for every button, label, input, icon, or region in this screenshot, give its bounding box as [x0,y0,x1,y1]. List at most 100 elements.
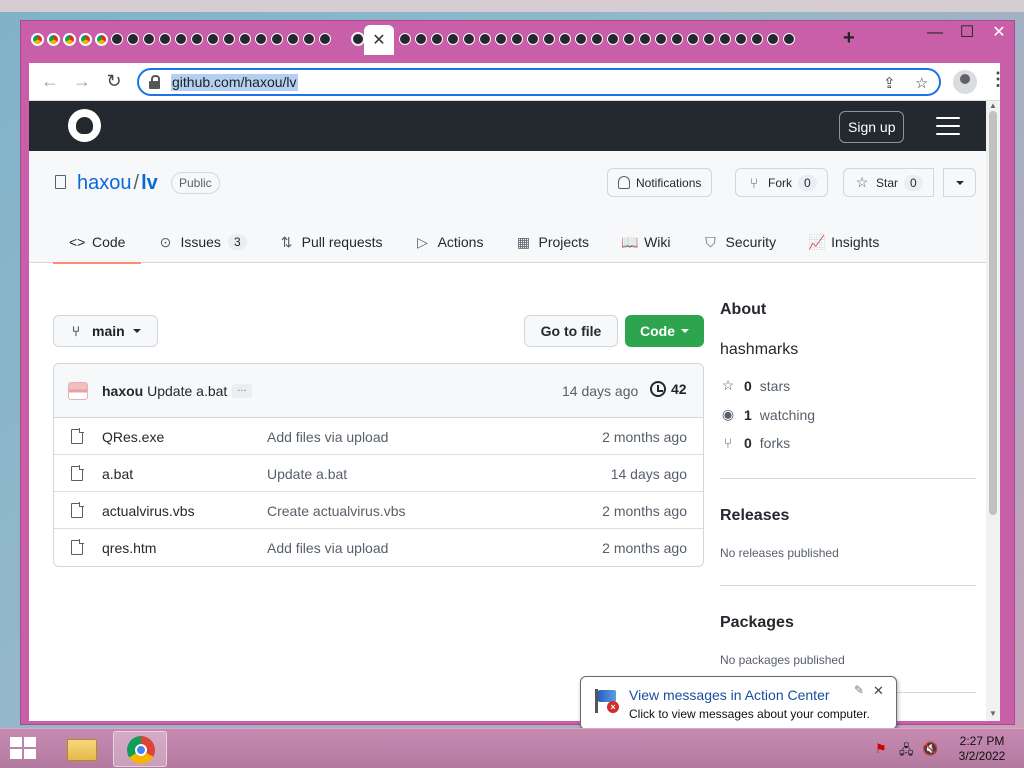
packages-heading[interactable]: Packages [720,614,794,632]
file-name-link[interactable]: actualvirus.vbs [102,503,195,519]
tab-issues[interactable]: ⊙ Issues 3 [141,221,262,263]
browser-tab[interactable] [445,30,461,48]
browser-tab[interactable] [45,30,61,48]
browser-tab[interactable] [93,30,109,48]
expand-commit-button[interactable]: … [232,384,252,398]
tab-code[interactable]: <> Code [53,221,142,264]
browser-tab[interactable] [717,30,733,48]
releases-heading[interactable]: Releases [720,507,789,525]
browser-tab[interactable] [701,30,717,48]
system-clock[interactable]: 2:27 PM 3/2/2022 [956,734,1008,764]
new-tab-button[interactable]: + [843,27,855,50]
tab-security[interactable]: ⛉ Security [687,221,793,263]
maximize-button[interactable]: ☐ [951,21,983,45]
browser-tab[interactable] [605,30,621,48]
browser-tab[interactable] [733,30,749,48]
file-name-link[interactable]: a.bat [102,466,133,482]
browser-tab[interactable] [765,30,781,48]
url-text[interactable]: github.com/haxou/lv [171,74,298,91]
browser-tab[interactable] [589,30,605,48]
commit-age[interactable]: 14 days ago [562,383,638,399]
tab-actions[interactable]: ▷ Actions [399,221,500,263]
browser-tab[interactable] [253,30,269,48]
go-to-file-button[interactable]: Go to file [524,315,618,347]
repo-name-link[interactable]: lv [141,172,158,194]
browser-tab[interactable] [285,30,301,48]
active-tab-close-button[interactable]: ✕ [364,25,394,55]
forks-link[interactable]: ⑂ 0 forks [720,435,790,451]
browser-tab[interactable] [77,30,93,48]
browser-tab[interactable] [685,30,701,48]
browser-tab[interactable] [461,30,477,48]
forward-arrow-icon[interactable]: → [71,71,93,92]
pin-icon[interactable]: ✎ [854,683,864,697]
scroll-up-icon[interactable]: ▲ [989,101,997,110]
lock-icon[interactable] [149,75,160,89]
code-download-button[interactable]: Code [625,315,704,347]
browser-tab[interactable] [397,30,413,48]
browser-tab[interactable] [573,30,589,48]
scrollbar-thumb[interactable] [989,111,997,515]
commit-message[interactable]: Update a.bat [147,383,227,399]
fork-button[interactable]: ⑂ Fork 0 [735,168,828,197]
browser-tab[interactable] [477,30,493,48]
browser-tab[interactable] [141,30,157,48]
tab-pull-requests[interactable]: ⇅ Pull requests [263,221,399,263]
hamburger-menu-icon[interactable] [936,117,960,135]
repo-owner-link[interactable]: haxou [77,172,132,194]
taskbar-explorer-button[interactable] [54,731,108,767]
browser-tab[interactable] [109,30,125,48]
tab-insights[interactable]: 📈 Insights [792,221,895,263]
back-arrow-icon[interactable]: ← [39,71,61,92]
browser-tab[interactable] [221,30,237,48]
browser-tab[interactable] [61,30,77,48]
browser-tab[interactable] [317,30,333,48]
browser-tab[interactable] [621,30,637,48]
browser-tab[interactable] [205,30,221,48]
browser-tab[interactable] [525,30,541,48]
browser-tab[interactable] [557,30,573,48]
stars-link[interactable]: ☆ 0 stars [720,377,790,394]
action-center-notification[interactable]: × View messages in Action Center Click t… [580,676,897,743]
browser-tab[interactable] [541,30,557,48]
file-name-link[interactable]: QRes.exe [102,429,164,445]
browser-tab[interactable] [781,30,797,48]
browser-menu-icon[interactable]: ⋮ [989,69,1007,90]
file-commit-message[interactable]: Add files via upload [267,429,388,445]
reload-icon[interactable]: ↻ [103,71,125,92]
notification-close-button[interactable]: ✕ [873,683,884,699]
browser-tab[interactable] [653,30,669,48]
sign-up-button[interactable]: Sign up [839,111,905,143]
file-commit-message[interactable]: Create actualvirus.vbs [267,503,406,519]
action-center-tray-icon[interactable]: ⚑ [875,741,887,757]
browser-tab[interactable] [493,30,509,48]
browser-tab[interactable] [173,30,189,48]
share-icon[interactable]: ⇪ [883,74,896,92]
star-dropdown-button[interactable] [943,168,976,197]
notification-title[interactable]: View messages in Action Center [629,687,830,703]
browser-tab[interactable] [669,30,685,48]
notifications-button[interactable]: Notifications [607,168,713,197]
browser-tab[interactable] [637,30,653,48]
page-scrollbar[interactable]: ▲ ▼ [986,101,1000,721]
browser-tab[interactable] [269,30,285,48]
address-bar[interactable]: github.com/haxou/lv ⇪ ☆ [137,68,941,96]
branch-selector-button[interactable]: ⑂ main [53,315,158,347]
tab-projects[interactable]: ▦ Projects [499,221,605,263]
browser-tab[interactable] [237,30,253,48]
browser-tab[interactable] [413,30,429,48]
browser-tab[interactable] [429,30,445,48]
browser-tab[interactable] [157,30,173,48]
watching-link[interactable]: ◉ 1 watching [720,406,815,423]
browser-tab[interactable] [125,30,141,48]
file-name-link[interactable]: qres.htm [102,540,156,556]
windows-start-icon[interactable] [10,737,38,761]
browser-tab[interactable] [749,30,765,48]
profile-avatar-icon[interactable] [953,70,977,94]
browser-tab[interactable] [301,30,317,48]
volume-muted-icon[interactable]: 🔇 [922,741,938,757]
browser-tab[interactable] [29,30,45,48]
browser-tab[interactable] [189,30,205,48]
file-commit-message[interactable]: Add files via upload [267,540,388,556]
tab-wiki[interactable]: 📖 Wiki [605,221,686,263]
